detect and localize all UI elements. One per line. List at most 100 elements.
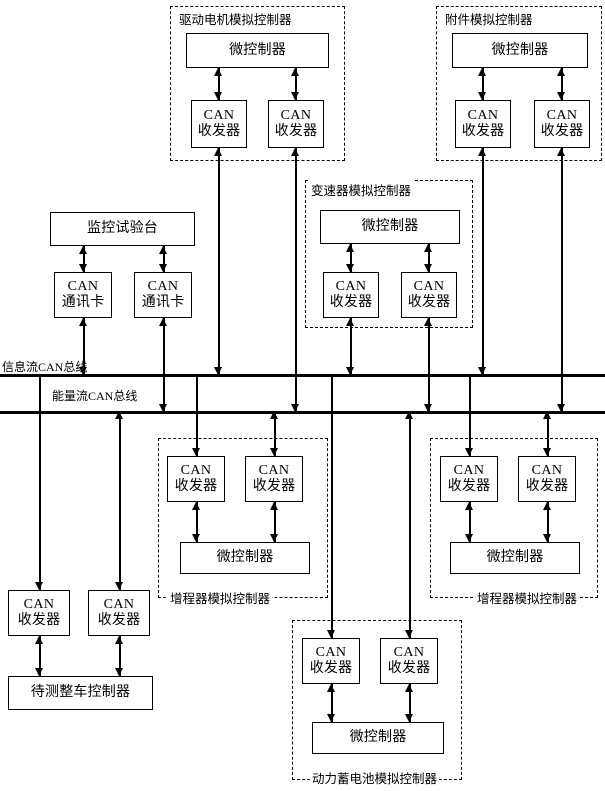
block-label: 微控制器 — [349, 730, 407, 746]
arrowhead-up — [192, 502, 200, 510]
group-label-drive-motor: 驱动电机模拟控制器 — [177, 9, 294, 28]
connector-info-bus-vcu-a — [39, 374, 41, 590]
block-can-transceiver-battery-a[interactable]: CAN 收发器 — [302, 638, 360, 684]
arrowhead-up — [115, 636, 123, 644]
block-microcontroller-accessory[interactable]: 微控制器 — [452, 33, 588, 68]
arrowhead-up — [291, 148, 299, 156]
block-microcontroller-transmission[interactable]: 微控制器 — [320, 210, 460, 244]
arrowhead-down — [214, 92, 222, 100]
block-microcontroller-drive[interactable]: 微控制器 — [186, 33, 329, 68]
block-label-line2: 收发器 — [97, 613, 141, 628]
block-label-line2: 收发器 — [387, 661, 431, 676]
block-vehicle-controller-under-test[interactable]: 待测整车控制器 — [8, 676, 153, 710]
block-label-line2: 收发器 — [174, 479, 218, 494]
block-can-comm-card-b[interactable]: CAN 通讯卡 — [134, 272, 192, 318]
block-label: 微控制器 — [491, 42, 549, 58]
block-can-transceiver-accessory-a[interactable]: CAN 收发器 — [455, 100, 511, 148]
block-can-transceiver-vcu-a[interactable]: CAN 收发器 — [8, 590, 70, 636]
block-can-transceiver-accessory-b[interactable]: CAN 收发器 — [534, 100, 590, 148]
block-can-transceiver-rex-left-a[interactable]: CAN 收发器 — [167, 456, 225, 502]
arrowhead-up — [424, 244, 432, 252]
block-label-line2: 收发器 — [540, 124, 584, 139]
arrowhead-down — [192, 534, 200, 542]
arrowhead-down — [35, 668, 43, 676]
block-label: 监控试验台 — [87, 221, 158, 237]
arrowhead-down — [543, 448, 551, 456]
block-label-line1: CAN — [546, 108, 578, 124]
arrowhead-up — [346, 318, 354, 326]
block-label-line1: CAN — [103, 597, 135, 613]
arrowhead-down — [79, 264, 87, 272]
arrowhead-down — [424, 264, 432, 272]
arrowhead-down — [270, 448, 278, 456]
block-label-line1: CAN — [147, 279, 179, 295]
block-label-line2: 通讯卡 — [61, 295, 105, 310]
arrowhead-up — [327, 684, 335, 692]
block-label-line2: 收发器 — [407, 295, 451, 310]
connector-info-bus-rexr-a — [469, 374, 471, 456]
block-label-line1: CAN — [258, 463, 290, 479]
block-can-transceiver-drive-a[interactable]: CAN 收发器 — [191, 100, 247, 148]
arrowhead-down — [465, 534, 473, 542]
block-label: 微控制器 — [216, 550, 274, 566]
block-label: 微控制器 — [229, 42, 286, 58]
block-can-transceiver-transmission-b[interactable]: CAN 收发器 — [401, 272, 457, 318]
arrowhead-up — [478, 68, 486, 76]
group-label-transmission: 变速器模拟控制器 — [309, 180, 414, 199]
block-label-line2: 收发器 — [447, 479, 491, 494]
block-label-line1: CAN — [453, 463, 485, 479]
arrowhead-down — [405, 630, 413, 638]
block-can-transceiver-transmission-a[interactable]: CAN 收发器 — [323, 272, 379, 318]
arrowhead-up — [79, 318, 87, 326]
arrowhead-up — [465, 502, 473, 510]
connector-acc-b-energy-bus — [561, 148, 563, 412]
arrowhead-down — [405, 714, 413, 722]
block-label-line1: CAN — [280, 108, 312, 124]
arrowhead-up — [214, 148, 222, 156]
block-label-line1: CAN — [67, 279, 99, 295]
arrowhead-down — [327, 630, 335, 638]
block-can-transceiver-rex-right-b[interactable]: CAN 收发器 — [518, 456, 576, 502]
bus-line-information-flow — [0, 374, 605, 377]
block-label-line1: CAN — [23, 597, 55, 613]
block-label-line2: 收发器 — [329, 295, 373, 310]
block-label-line2: 收发器 — [17, 613, 61, 628]
block-microcontroller-rex-left[interactable]: 微控制器 — [180, 542, 310, 574]
bus-label-energy-flow: 能量流CAN总线 — [52, 389, 138, 403]
arrowhead-down — [346, 264, 354, 272]
block-label-line1: CAN — [203, 108, 235, 124]
group-label-battery: 动力蓄电池模拟控制器 — [310, 768, 440, 787]
connector-acc-a-info-bus — [482, 148, 484, 375]
block-can-transceiver-drive-b[interactable]: CAN 收发器 — [268, 100, 324, 148]
block-can-comm-card-a[interactable]: CAN 通讯卡 — [54, 272, 112, 318]
block-label-line1: CAN — [315, 645, 347, 661]
block-label-line1: CAN — [393, 645, 425, 661]
block-microcontroller-rex-right[interactable]: 微控制器 — [450, 542, 580, 574]
arrowhead-up — [214, 68, 222, 76]
arrowhead-down — [159, 264, 167, 272]
block-label-line1: CAN — [413, 279, 445, 295]
block-monitor-bench[interactable]: 监控试验台 — [50, 212, 195, 246]
block-label-line2: 收发器 — [525, 479, 569, 494]
block-label: 微控制器 — [486, 550, 544, 566]
connector-energy-bus-vcu-b — [119, 411, 121, 590]
block-can-transceiver-rex-left-b[interactable]: CAN 收发器 — [245, 456, 303, 502]
block-can-transceiver-rex-right-a[interactable]: CAN 收发器 — [440, 456, 498, 502]
block-can-transceiver-battery-b[interactable]: CAN 收发器 — [380, 638, 438, 684]
block-label-line2: 收发器 — [252, 479, 296, 494]
block-label-line2: 收发器 — [309, 661, 353, 676]
arrowhead-up — [557, 68, 565, 76]
group-label-range-extender-right: 增程器模拟控制器 — [475, 588, 580, 607]
bus-line-energy-flow — [0, 411, 605, 414]
block-can-transceiver-vcu-b[interactable]: CAN 收发器 — [88, 590, 150, 636]
block-label-line1: CAN — [467, 108, 499, 124]
arrowhead-up — [405, 684, 413, 692]
group-label-accessory: 附件模拟控制器 — [443, 9, 535, 28]
connector-energy-bus-battery-b — [409, 411, 411, 638]
arrowhead-down — [115, 668, 123, 676]
arrowhead-down — [557, 92, 565, 100]
arrowhead-down — [192, 448, 200, 456]
arrowhead-up — [35, 636, 43, 644]
block-microcontroller-battery[interactable]: 微控制器 — [312, 722, 444, 754]
bus-label-information-flow: 信息流CAN总线 — [2, 360, 88, 374]
